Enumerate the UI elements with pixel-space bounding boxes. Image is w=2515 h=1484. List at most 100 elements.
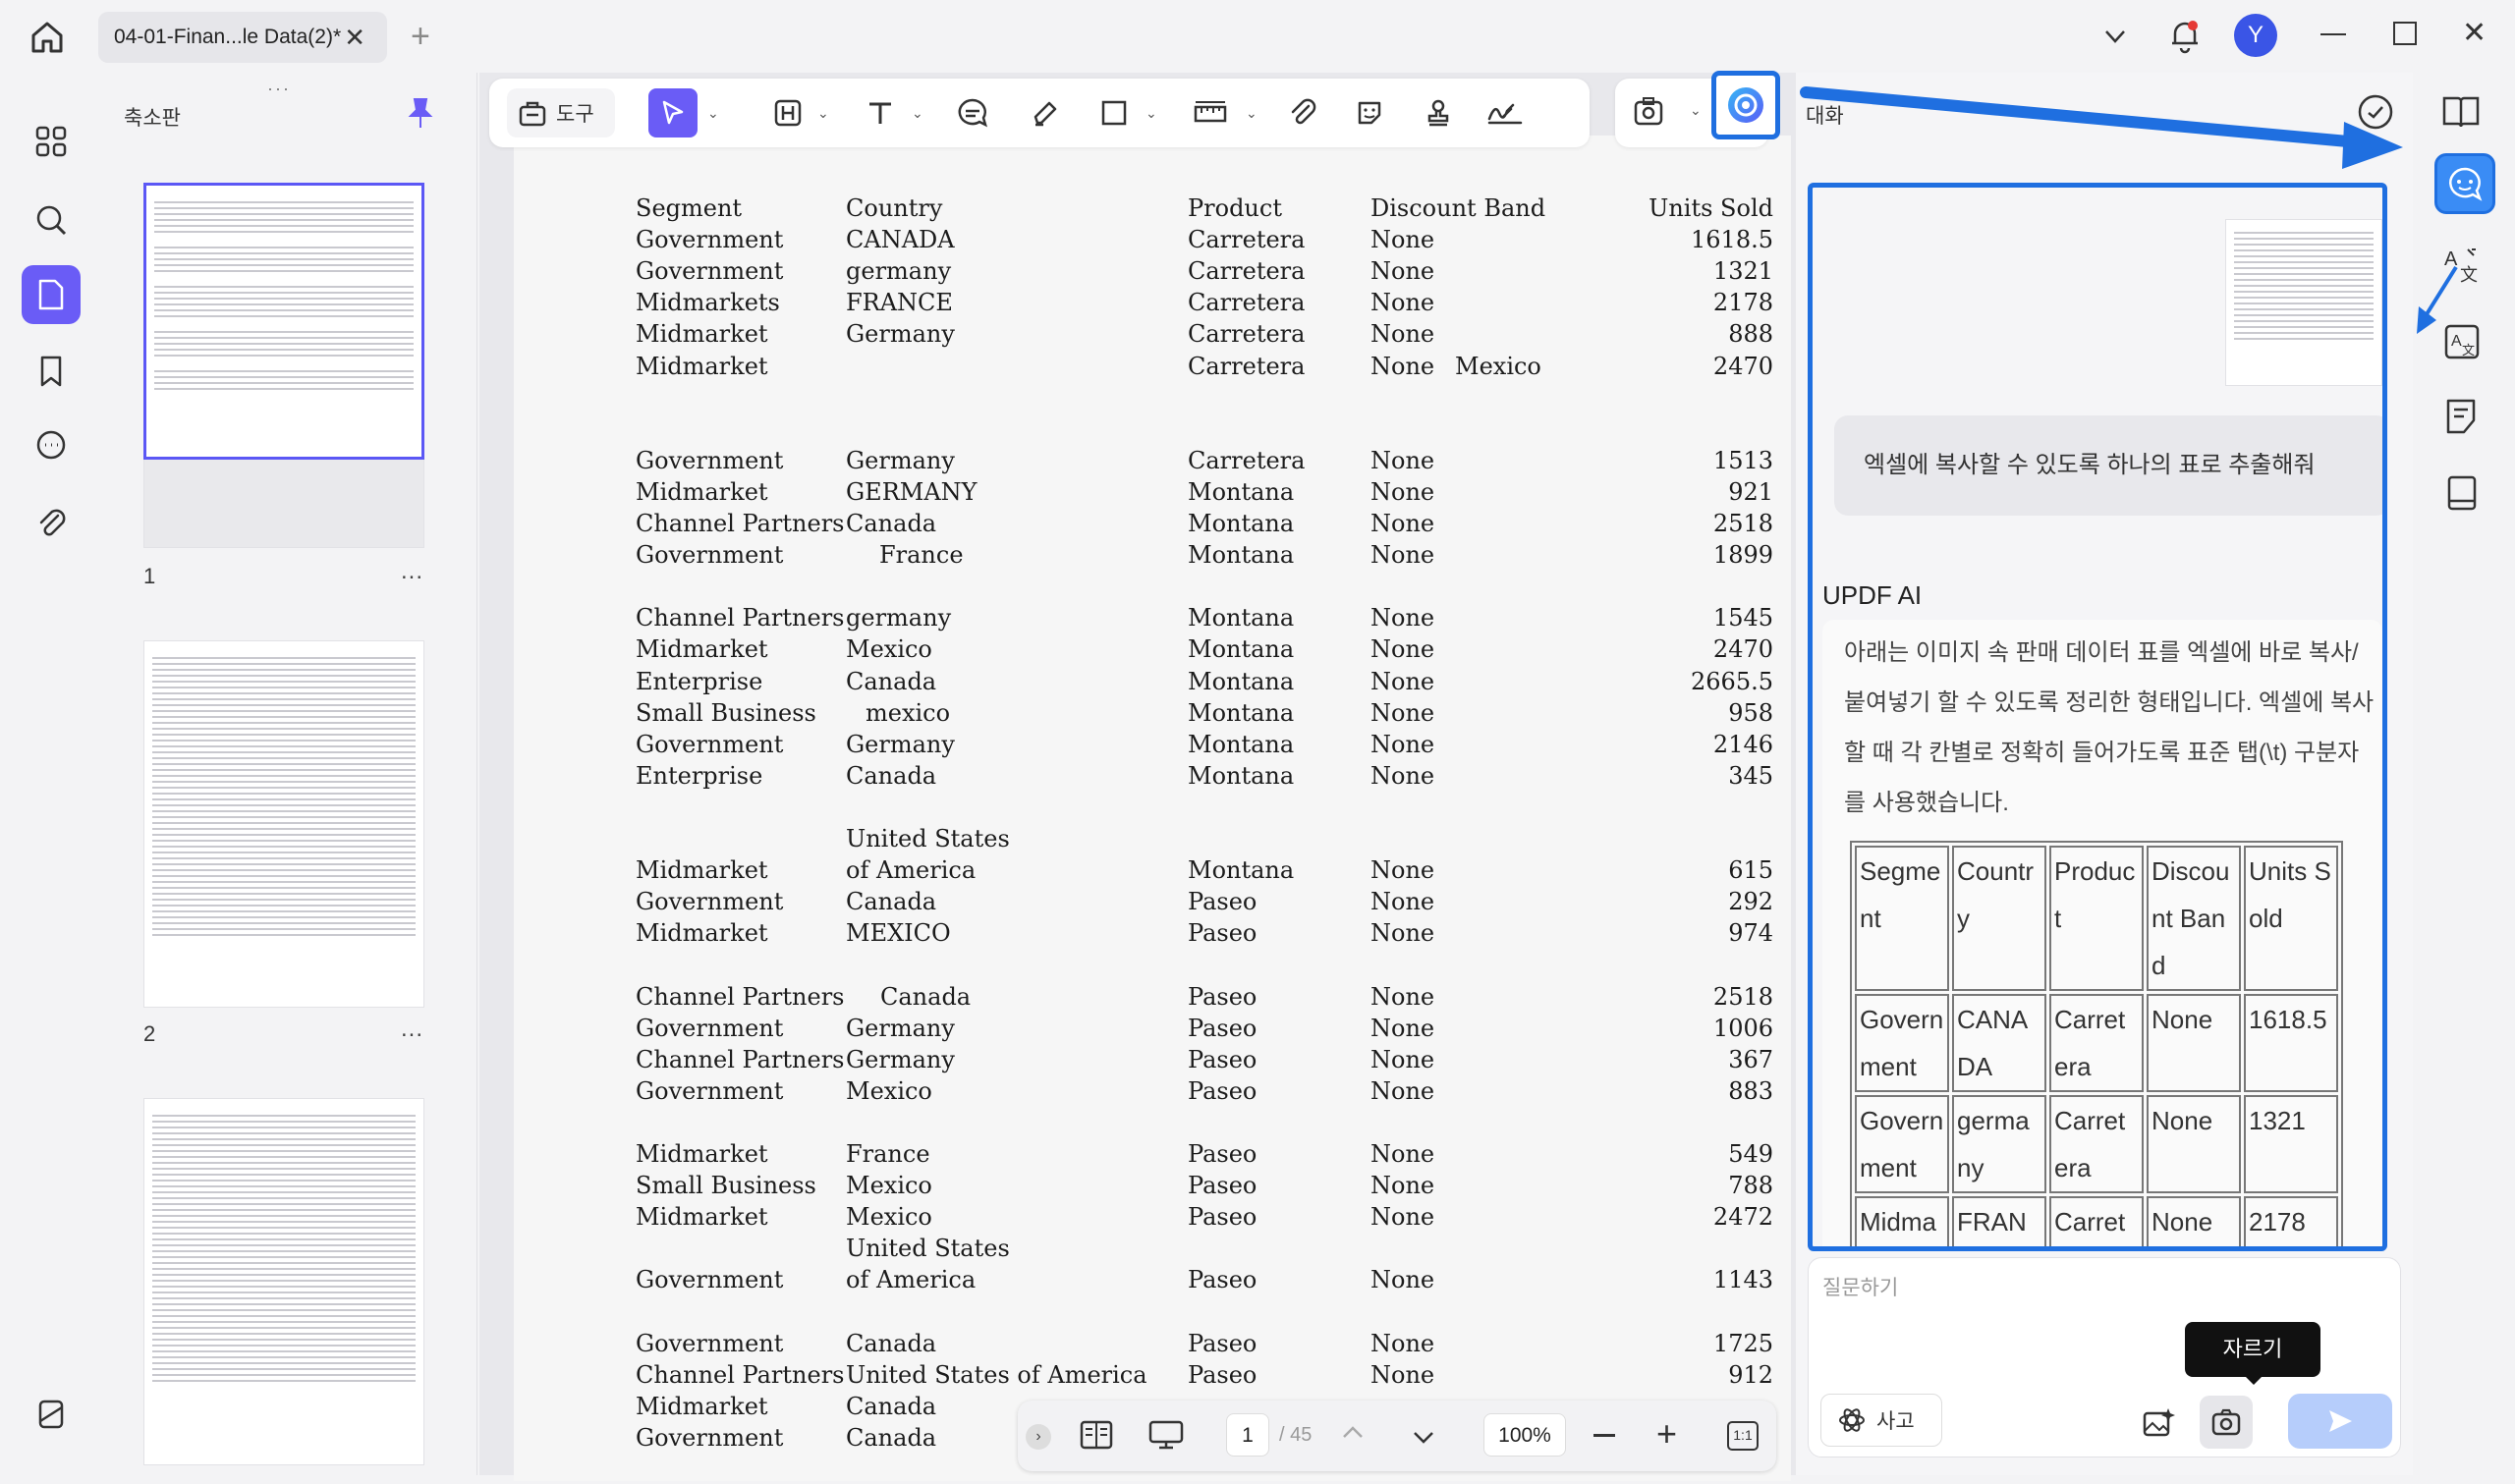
chat-tab[interactable]: 대화: [1806, 100, 1844, 130]
screenshot-tool-caret[interactable]: ⌄: [1690, 102, 1702, 119]
zoom-in-icon[interactable]: +: [1656, 1416, 1677, 1452]
next-page-icon[interactable]: [1409, 1422, 1438, 1452]
updf-ai-button[interactable]: [1711, 71, 1780, 139]
cell-product: Paseo: [1188, 1140, 1258, 1168]
previous-page-icon[interactable]: [1338, 1418, 1368, 1448]
text-tool-caret[interactable]: ⌄: [912, 105, 923, 122]
cell-units-sold: 1006: [1712, 1014, 1773, 1042]
user-avatar[interactable]: Y: [2234, 14, 2277, 57]
minimize-icon[interactable]: [2320, 33, 2346, 35]
response-header-cell: Discount Band: [2147, 846, 2241, 991]
cell-units-sold: 788: [1728, 1172, 1773, 1200]
comment-icon[interactable]: [22, 416, 81, 475]
cell-discount-band: None: [1370, 667, 1435, 695]
page-thumbnail-3[interactable]: [143, 1098, 424, 1465]
response-cell: Midmarkets: [1855, 1196, 1949, 1246]
document-tab[interactable]: 04-01-Finan...le Data(2)* ✕: [98, 12, 387, 63]
image-ai-icon[interactable]: [2141, 1405, 2176, 1441]
pen-tool-icon[interactable]: [1024, 91, 1067, 135]
think-toggle[interactable]: 사고: [1820, 1394, 1942, 1447]
screenshot-tool-icon[interactable]: [1631, 94, 1666, 130]
close-window-icon[interactable]: ✕: [2462, 16, 2487, 50]
page-2-more-button[interactable]: ...: [401, 1016, 423, 1043]
signature-tool-icon[interactable]: [1483, 91, 1527, 135]
comment-tool-icon[interactable]: [951, 91, 994, 135]
page-number-input[interactable]: 1: [1226, 1413, 1269, 1457]
screenshot-capture-button[interactable]: [2200, 1396, 2253, 1449]
notification-bell-icon[interactable]: [2165, 16, 2205, 55]
summary-icon[interactable]: [2442, 397, 2482, 436]
bookmark-icon[interactable]: [22, 342, 81, 401]
cell-units-sold: 1618.5: [1691, 226, 1773, 254]
cell-product: Montana: [1188, 510, 1295, 537]
collapse-nav-icon[interactable]: ›: [1026, 1424, 1051, 1450]
cell-segment: Midmarkets: [636, 289, 780, 317]
header-discount-band: Discount Band: [1370, 194, 1546, 222]
reader-icon[interactable]: [2440, 92, 2482, 130]
right-rail: A文 A文: [2413, 73, 2515, 1475]
cell-units-sold: 1143: [1712, 1266, 1773, 1294]
chevron-down-icon[interactable]: [2100, 22, 2130, 51]
drag-handle[interactable]: ···: [267, 79, 291, 99]
response-cell: Government: [1855, 1095, 1949, 1193]
new-tab-icon[interactable]: +: [411, 18, 430, 56]
shape-tool-icon[interactable]: [1092, 91, 1136, 135]
question-input[interactable]: 질문하기: [1822, 1272, 1898, 1301]
apps-grid-icon[interactable]: [22, 112, 81, 171]
response-cell: 1618.5: [2244, 994, 2338, 1092]
select-tool-icon[interactable]: [648, 88, 698, 137]
response-cell: FRANCE: [1952, 1196, 2046, 1246]
cell-segment: Government: [636, 257, 784, 286]
ocr-translate-icon[interactable]: A文: [2442, 322, 2482, 361]
attach-tool-icon[interactable]: [1281, 91, 1324, 135]
toolbox-icon: [519, 101, 546, 127]
sticker-tool-icon[interactable]: [1348, 91, 1391, 135]
cell-units-sold: 888: [1728, 320, 1773, 349]
measure-tool-icon[interactable]: [1189, 91, 1232, 135]
text-tool-icon[interactable]: [859, 91, 902, 135]
tooltip-arrow: [2244, 1375, 2264, 1385]
tools-button[interactable]: 도구: [507, 88, 615, 137]
cell-discount-band: None: [1370, 604, 1435, 632]
maximize-icon[interactable]: [2393, 22, 2417, 45]
response-cell: Carretera: [2049, 1095, 2144, 1193]
highlight-tool-caret[interactable]: ⌄: [817, 105, 829, 122]
highlight-tool-icon[interactable]: [766, 91, 810, 135]
select-tool-caret[interactable]: ⌄: [707, 105, 719, 122]
ai-assistant-tab[interactable]: [2434, 153, 2495, 214]
cell-country: United States: [846, 1235, 1010, 1263]
home-icon[interactable]: [28, 18, 67, 57]
pin-icon[interactable]: [407, 96, 434, 130]
assistant-response: 아래는 이미지 속 판매 데이터 표를 엑셀에 바로 복사/붙여넣기 할 수 있…: [1822, 620, 2382, 1246]
cell-product: Montana: [1188, 856, 1295, 885]
attached-page-image[interactable]: [2225, 219, 2382, 386]
cell-discount-band: None: [1370, 856, 1435, 885]
cell-segment: Midmarket: [636, 919, 768, 948]
page-thumbnail-2[interactable]: [143, 640, 424, 1008]
stamp-tool-icon[interactable]: [1417, 91, 1460, 135]
cell-product: Paseo: [1188, 1266, 1258, 1294]
zoom-level-input[interactable]: 100%: [1483, 1413, 1566, 1457]
page-thumbnail-1[interactable]: [143, 183, 424, 460]
presentation-icon[interactable]: [1147, 1418, 1185, 1452]
translate-icon[interactable]: A文: [2442, 246, 2482, 285]
zoom-out-icon[interactable]: [1593, 1434, 1615, 1437]
attachment-icon[interactable]: [22, 493, 81, 552]
page-number-2: 2: [143, 1021, 156, 1046]
search-icon[interactable]: [22, 191, 81, 249]
book-icon[interactable]: [2442, 473, 2482, 513]
thumbnails-icon[interactable]: [22, 265, 81, 324]
page-1-more-button[interactable]: ...: [401, 558, 423, 585]
measure-tool-caret[interactable]: ⌄: [1246, 105, 1258, 122]
cell-country: France: [879, 541, 964, 570]
cell-discount-band: None: [1370, 635, 1435, 664]
send-button[interactable]: [2288, 1394, 2392, 1449]
close-tab-icon[interactable]: ✕: [344, 12, 365, 63]
user-message: 엑셀에 복사할 수 있도록 하나의 표로 추출해줘: [1834, 415, 2382, 516]
theme-icon[interactable]: [22, 1385, 81, 1444]
actual-size-icon[interactable]: 1:1: [1727, 1421, 1759, 1451]
history-icon[interactable]: [2356, 92, 2395, 132]
header-country: Country: [846, 194, 943, 222]
page-layout-icon[interactable]: [1079, 1418, 1114, 1452]
shape-tool-caret[interactable]: ⌄: [1146, 105, 1157, 122]
